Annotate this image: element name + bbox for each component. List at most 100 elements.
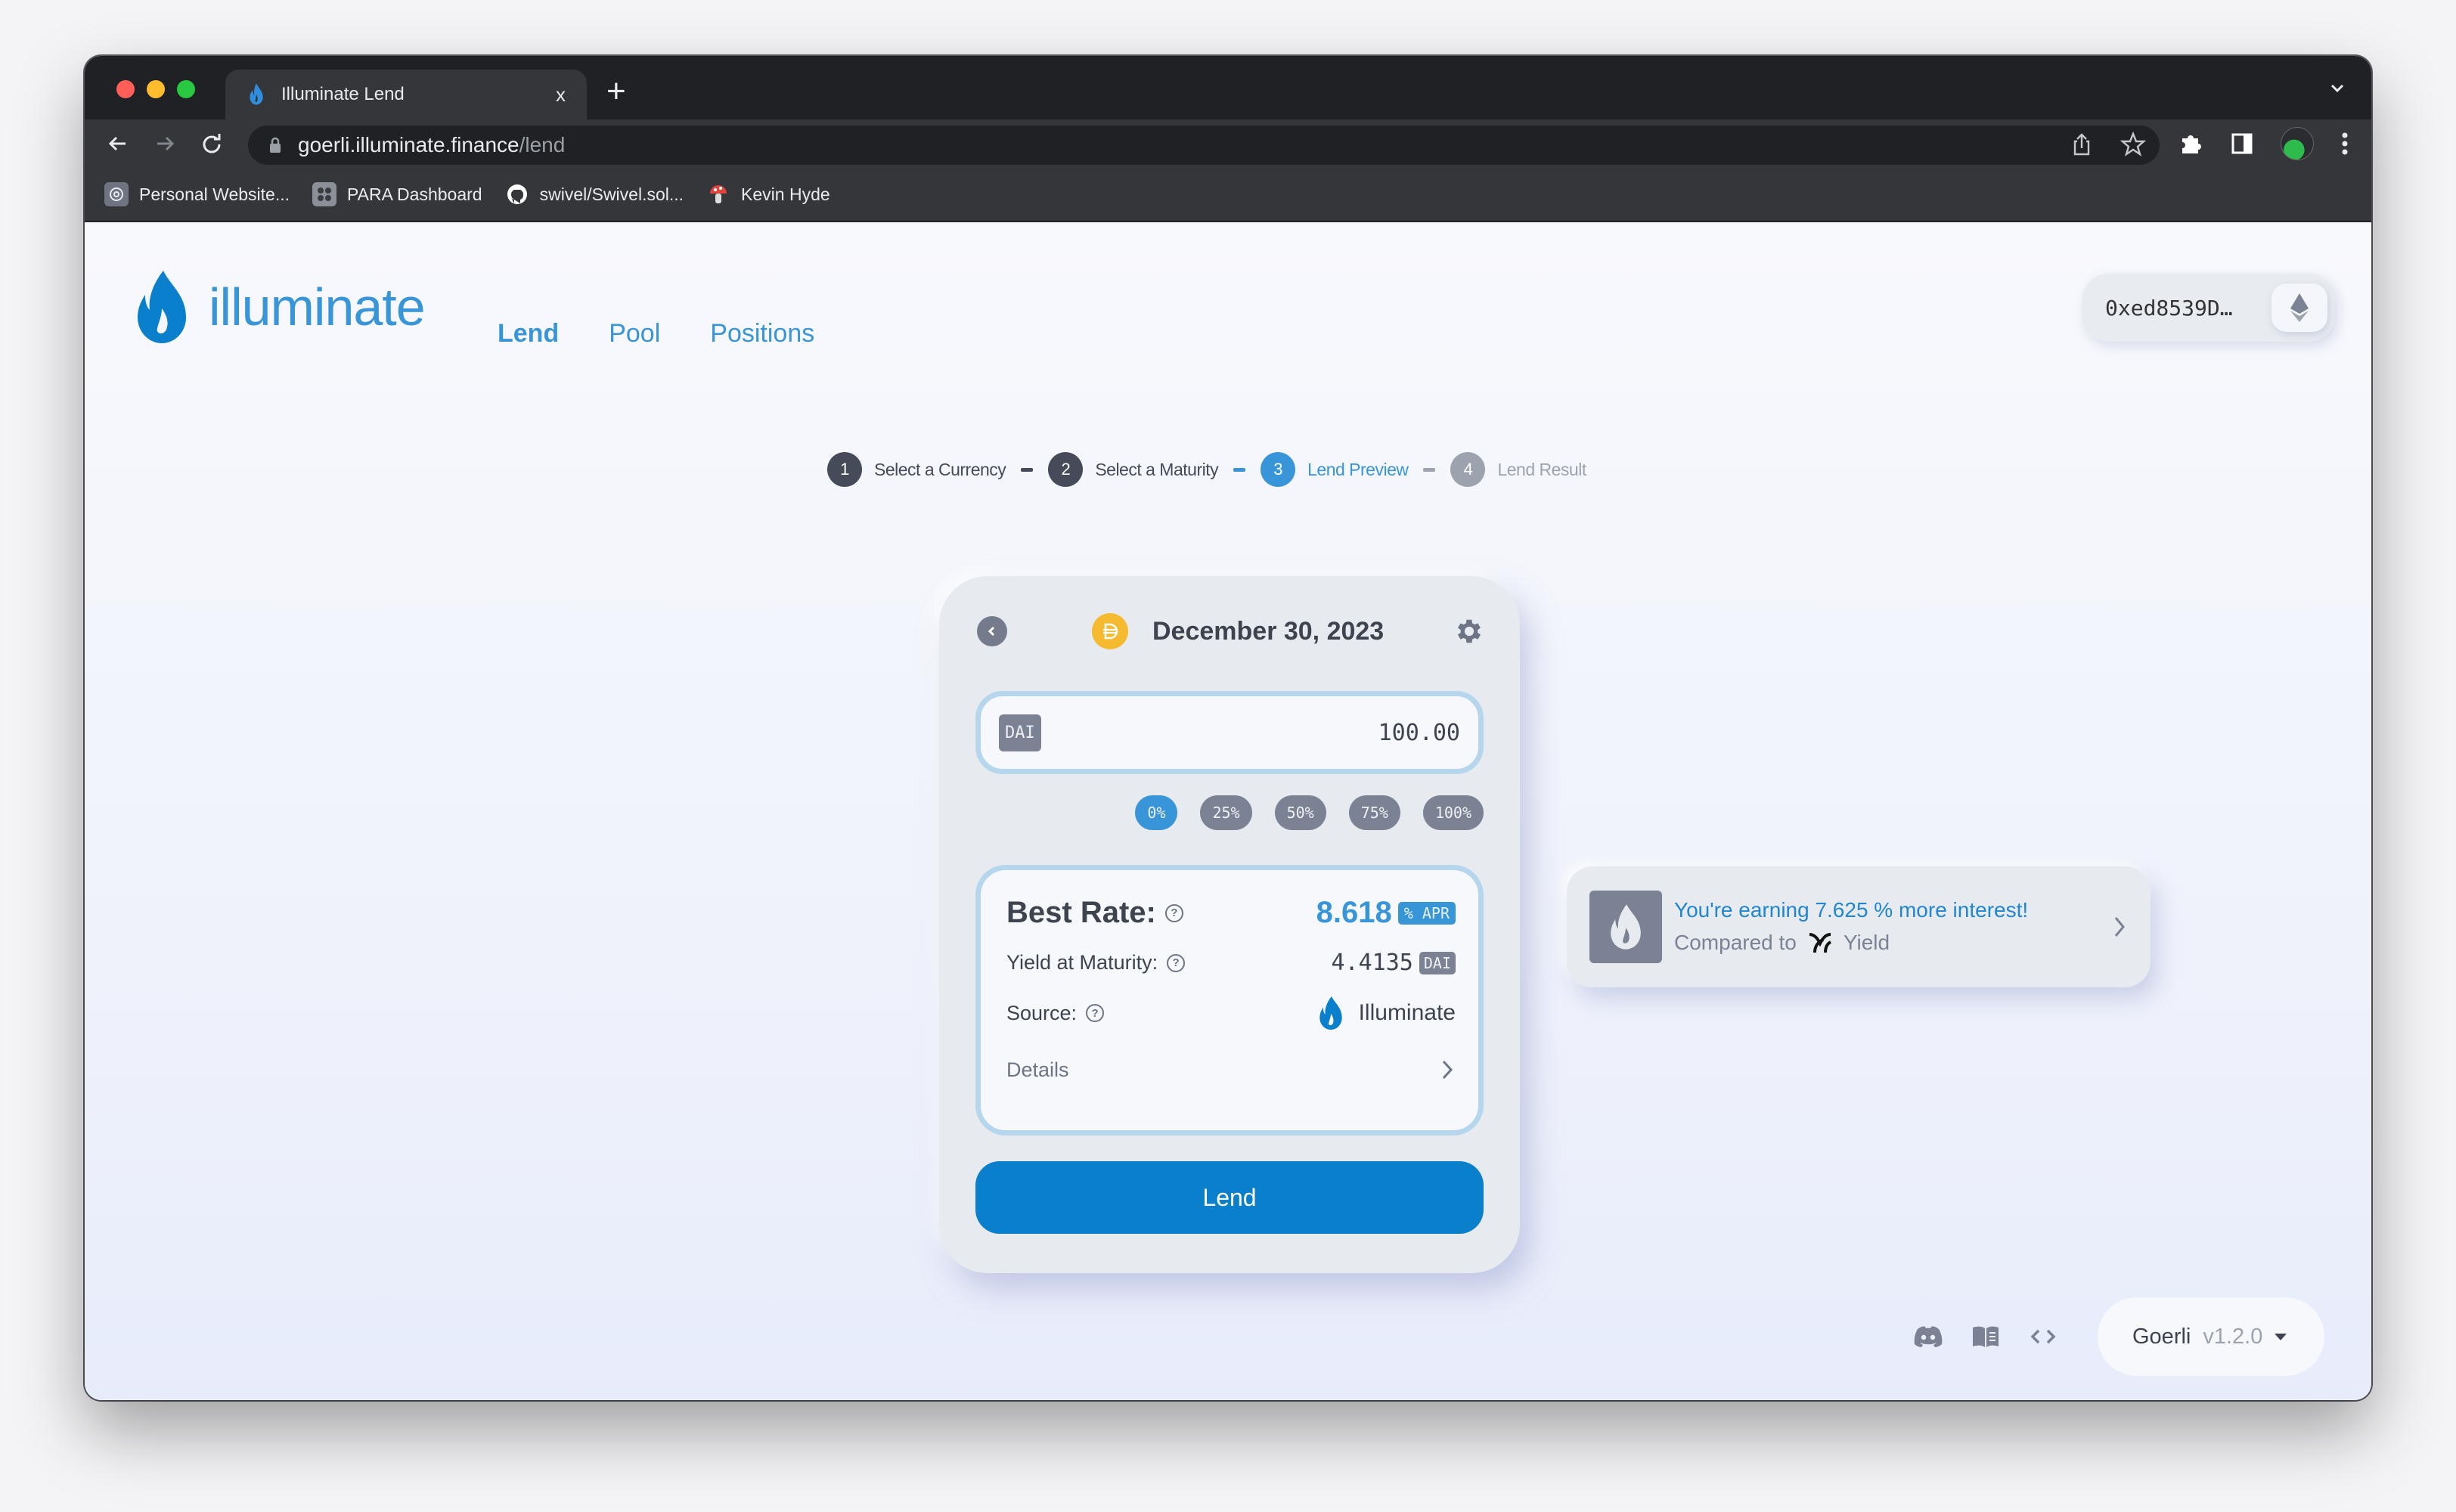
source-label: Source:	[1006, 1001, 1078, 1024]
rate-summary: Best Rate: ? 8.618 % APR Yield at Maturi…	[975, 865, 1484, 1136]
new-tab-button[interactable]: +	[606, 73, 626, 110]
back-arrow-icon[interactable]	[104, 130, 132, 157]
browser-window: Illuminate Lend x + goerli.illuminate.fi…	[85, 56, 2371, 1400]
yield-label: Yield at Maturity:	[1006, 951, 1158, 974]
lock-icon	[270, 137, 281, 153]
chevron-right-icon	[2114, 917, 2125, 937]
bookmark-label: Personal Website...	[139, 184, 290, 204]
step-divider	[1233, 467, 1246, 472]
back-button[interactable]	[977, 616, 1007, 646]
percent-75-button[interactable]: 75%	[1348, 795, 1400, 830]
lend-preview-card: December 30, 2023 DAI 0% 25% 50% 75% 100…	[939, 576, 1520, 1273]
help-icon[interactable]: ?	[1164, 903, 1183, 922]
nav-positions[interactable]: Positions	[710, 319, 814, 349]
bookmark-item[interactable]: swivel/Swivel.sol...	[505, 182, 684, 206]
main-nav: Lend Pool Positions	[498, 319, 814, 349]
rate-comparison-banner[interactable]: You're earning 7.625 % more interest! Co…	[1567, 866, 2151, 987]
minimize-window-button[interactable]	[147, 80, 165, 98]
best-rate-value: 8.618	[1316, 896, 1392, 929]
more-menu-icon[interactable]	[2341, 131, 2349, 156]
percent-25-button[interactable]: 25%	[1200, 795, 1252, 830]
apr-badge: % APR	[1397, 901, 1456, 925]
details-label: Details	[1006, 1058, 1069, 1081]
browser-toolbar: goerli.illuminate.finance/lend	[85, 119, 2371, 168]
step-select-maturity[interactable]: 2 Select a Maturity	[1048, 452, 1219, 487]
bookmark-label: swivel/Swivel.sol...	[539, 184, 684, 204]
side-panel-icon[interactable]	[2231, 132, 2253, 155]
percent-selector: 0% 25% 50% 75% 100%	[1135, 795, 1484, 830]
close-window-button[interactable]	[116, 80, 135, 98]
logo-text: illuminate	[209, 277, 426, 336]
tab-close-icon[interactable]: x	[556, 83, 566, 107]
step-label: Select a Maturity	[1095, 459, 1219, 479]
discord-icon[interactable]	[1913, 1321, 1943, 1352]
ethereum-icon	[2290, 293, 2309, 322]
step-label: Select a Currency	[874, 459, 1006, 479]
reload-icon[interactable]	[198, 130, 225, 157]
bookmark-item[interactable]: Kevin Hyde	[706, 182, 830, 206]
yield-row: Yield at Maturity: ? 4.4135 DAI	[1006, 950, 1456, 976]
wallet-button[interactable]: 0xed8539D…	[2082, 274, 2335, 342]
percent-100-button[interactable]: 100%	[1422, 795, 1484, 830]
progress-stepper: 1 Select a Currency 2 Select a Maturity …	[827, 452, 1586, 487]
forward-arrow-icon[interactable]	[151, 130, 178, 157]
code-icon[interactable]	[2028, 1321, 2058, 1352]
share-icon[interactable]	[2069, 132, 2095, 157]
help-icon[interactable]: ?	[1086, 1004, 1105, 1022]
mushroom-icon	[706, 182, 730, 206]
compared-label: Compared to	[1674, 931, 1797, 954]
illuminate-flame-icon	[138, 271, 186, 343]
illuminate-logo[interactable]: illuminate	[132, 269, 426, 345]
app-version: v1.2.0	[2203, 1324, 2263, 1349]
lend-button[interactable]: Lend	[975, 1161, 1484, 1234]
amount-input[interactable]	[1040, 719, 1460, 746]
page-content: illuminate Lend Pool Positions 0xed8539D…	[85, 224, 2371, 1400]
gear-icon[interactable]	[1453, 615, 1485, 647]
docs-book-icon[interactable]	[1971, 1321, 2001, 1352]
help-icon[interactable]: ?	[1167, 953, 1186, 972]
nav-pool[interactable]: Pool	[609, 319, 660, 349]
step-number: 4	[1450, 452, 1486, 487]
tab-title: Illuminate Lend	[281, 84, 405, 104]
illuminate-flame-icon	[250, 83, 263, 105]
extensions-puzzle-icon[interactable]	[2178, 131, 2203, 156]
step-lend-preview[interactable]: 3 Lend Preview	[1261, 452, 1409, 487]
nav-lend[interactable]: Lend	[498, 319, 559, 349]
network-eth-button[interactable]	[2271, 284, 2327, 332]
dashboard-icon	[312, 182, 337, 206]
illuminate-flame-icon	[1319, 996, 1342, 1030]
tab-strip: Illuminate Lend x +	[85, 56, 2371, 119]
step-select-currency[interactable]: 1 Select a Currency	[827, 452, 1006, 487]
step-label: Lend Preview	[1307, 459, 1409, 479]
step-label: Lend Result	[1497, 459, 1586, 479]
yield-unit-badge: DAI	[1419, 951, 1456, 974]
step-divider	[1021, 467, 1034, 472]
step-number: 2	[1048, 452, 1084, 487]
network-selector[interactable]: Goerli v1.2.0	[2098, 1297, 2324, 1376]
network-name: Goerli	[2132, 1324, 2191, 1349]
browser-tab[interactable]: Illuminate Lend x	[225, 70, 587, 119]
details-toggle[interactable]: Details	[1006, 1058, 1456, 1082]
maximize-window-button[interactable]	[177, 80, 195, 98]
step-number: 1	[827, 452, 862, 487]
chevron-left-icon	[988, 626, 995, 637]
github-icon	[505, 182, 529, 206]
bookmark-star-icon[interactable]	[2120, 132, 2146, 157]
yield-protocol-icon	[1809, 933, 1831, 953]
url-host: goerli.illuminate.finance	[298, 133, 519, 156]
percent-50-button[interactable]: 50%	[1274, 795, 1326, 830]
token-badge: DAI	[999, 714, 1041, 751]
url-path: /lend	[519, 133, 566, 156]
bookmark-item[interactable]: PARA Dashboard	[312, 182, 482, 206]
compared-protocol: Yield	[1843, 931, 1890, 954]
bookmark-label: Kevin Hyde	[741, 184, 830, 204]
caret-down-icon	[2275, 1333, 2287, 1340]
step-divider	[1423, 467, 1436, 472]
amount-field[interactable]: DAI	[975, 691, 1484, 774]
address-bar[interactable]: goerli.illuminate.finance/lend	[248, 125, 2160, 165]
bookmark-item[interactable]: Personal Website...	[104, 182, 290, 206]
chevron-down-icon[interactable]	[2326, 77, 2349, 100]
percent-0-button[interactable]: 0%	[1135, 795, 1178, 830]
best-rate-row: Best Rate: ? 8.618 % APR	[1006, 896, 1456, 930]
profile-avatar[interactable]	[2281, 127, 2314, 160]
